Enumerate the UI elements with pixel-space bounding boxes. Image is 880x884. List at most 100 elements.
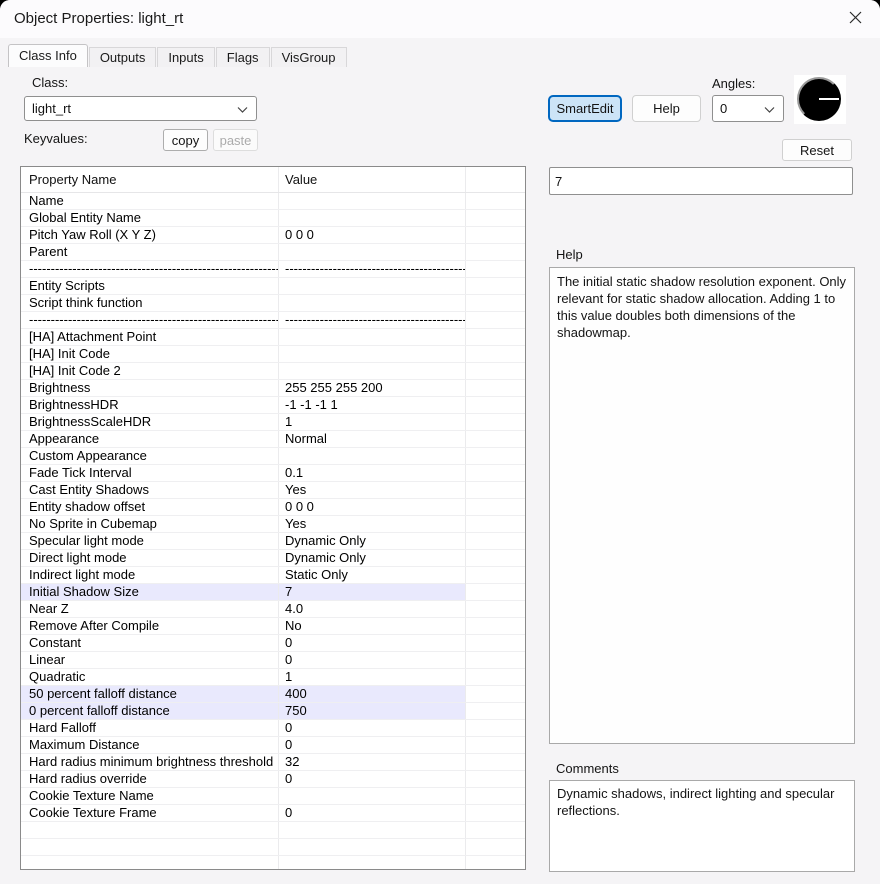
table-row[interactable]: Global Entity Name (21, 210, 525, 227)
table-row[interactable]: Quadratic1 (21, 669, 525, 686)
table-row[interactable]: 50 percent falloff distance400 (21, 686, 525, 703)
table-row[interactable]: Direct light modeDynamic Only (21, 550, 525, 567)
table-row[interactable]: Linear0 (21, 652, 525, 669)
keyvalues-label: Keyvalues: (24, 131, 88, 146)
extra-cell (466, 295, 525, 311)
property-name-cell: Pitch Yaw Roll (X Y Z) (21, 227, 279, 243)
property-name-cell: Initial Shadow Size (21, 584, 279, 600)
table-row[interactable]: [HA] Init Code 2 (21, 363, 525, 380)
property-value-cell: 0.1 (279, 465, 466, 481)
comments-textarea[interactable] (549, 780, 855, 872)
property-name-cell: Cookie Texture Name (21, 788, 279, 804)
angle-dial-circle (797, 77, 841, 121)
tab-outputs[interactable]: Outputs (89, 47, 157, 67)
table-row[interactable]: 0 percent falloff distance750 (21, 703, 525, 720)
property-value-cell: ----------------------------------------… (279, 261, 466, 277)
property-value-cell (279, 346, 466, 362)
table-row[interactable]: Fade Tick Interval0.1 (21, 465, 525, 482)
table-row[interactable]: BrightnessScaleHDR1 (21, 414, 525, 431)
object-properties-dialog: Object Properties: light_rt Class InfoOu… (0, 0, 880, 884)
property-value-cell (279, 822, 466, 838)
property-name-cell: [HA] Init Code (21, 346, 279, 362)
paste-button[interactable]: paste (213, 129, 258, 151)
property-value-cell (279, 278, 466, 294)
angles-dropdown[interactable]: 0 (712, 95, 784, 122)
property-value-cell: 0 (279, 652, 466, 668)
table-row[interactable]: Entity shadow offset0 0 0 (21, 499, 525, 516)
table-row[interactable]: Custom Appearance (21, 448, 525, 465)
property-value-cell: 0 0 0 (279, 227, 466, 243)
property-value-cell (279, 244, 466, 260)
table-row-empty[interactable] (21, 839, 525, 856)
extra-cell (466, 771, 525, 787)
smartedit-button[interactable]: SmartEdit (548, 95, 622, 122)
tab-class-info[interactable]: Class Info (8, 44, 88, 67)
table-row-separator[interactable]: ----------------------------------------… (21, 312, 525, 329)
property-value-cell: ----------------------------------------… (279, 312, 466, 328)
property-name-cell: Hard radius minimum brightness threshold (21, 754, 279, 770)
table-row-empty[interactable] (21, 856, 525, 870)
property-value-cell (279, 193, 466, 209)
close-button[interactable] (836, 3, 874, 35)
table-row[interactable]: Pitch Yaw Roll (X Y Z)0 0 0 (21, 227, 525, 244)
table-row[interactable]: Indirect light modeStatic Only (21, 567, 525, 584)
extra-cell (466, 652, 525, 668)
table-row[interactable]: Remove After CompileNo (21, 618, 525, 635)
table-row[interactable]: Cookie Texture Name (21, 788, 525, 805)
table-row[interactable]: Hard radius minimum brightness threshold… (21, 754, 525, 771)
extra-cell (466, 805, 525, 821)
table-row[interactable]: Name (21, 193, 525, 210)
table-row-separator[interactable]: ----------------------------------------… (21, 261, 525, 278)
property-name-cell: Name (21, 193, 279, 209)
table-row[interactable]: [HA] Init Code (21, 346, 525, 363)
table-row[interactable]: Script think function (21, 295, 525, 312)
property-table-body: NameGlobal Entity NamePitch Yaw Roll (X … (21, 193, 525, 870)
table-row[interactable]: Hard Falloff0 (21, 720, 525, 737)
property-name-cell: Hard radius override (21, 771, 279, 787)
property-name-cell: Entity shadow offset (21, 499, 279, 515)
tab-visgroup[interactable]: VisGroup (271, 47, 347, 67)
table-row[interactable]: Cookie Texture Frame0 (21, 805, 525, 822)
copy-button[interactable]: copy (163, 129, 208, 151)
angle-dial-icon[interactable] (794, 75, 846, 124)
table-row[interactable]: [HA] Attachment Point (21, 329, 525, 346)
table-row[interactable]: Initial Shadow Size7 (21, 584, 525, 601)
property-value-cell (279, 363, 466, 379)
table-row[interactable]: Cast Entity ShadowsYes (21, 482, 525, 499)
table-row[interactable]: Constant0 (21, 635, 525, 652)
help-section-label: Help (556, 247, 583, 262)
property-value-cell (279, 210, 466, 226)
table-row[interactable]: Hard radius override0 (21, 771, 525, 788)
property-name-cell: Global Entity Name (21, 210, 279, 226)
table-row[interactable]: BrightnessHDR-1 -1 -1 1 (21, 397, 525, 414)
property-name-cell (21, 856, 279, 870)
table-row[interactable]: Entity Scripts (21, 278, 525, 295)
help-button[interactable]: Help (632, 95, 701, 122)
class-dropdown[interactable]: light_rt (24, 96, 257, 121)
table-row[interactable]: Brightness255 255 255 200 (21, 380, 525, 397)
property-name-cell: Cookie Texture Frame (21, 805, 279, 821)
help-text-box: The initial static shadow resolution exp… (549, 267, 855, 744)
property-value-cell: 1 (279, 669, 466, 685)
table-row[interactable]: Near Z4.0 (21, 601, 525, 618)
extra-cell (466, 448, 525, 464)
property-name-cell: [HA] Init Code 2 (21, 363, 279, 379)
property-value-cell: 32 (279, 754, 466, 770)
table-row[interactable]: No Sprite in CubemapYes (21, 516, 525, 533)
property-table: Property Name Value NameGlobal Entity Na… (20, 166, 526, 870)
property-value-cell (279, 295, 466, 311)
extra-cell (466, 210, 525, 226)
property-value-cell: 1 (279, 414, 466, 430)
tab-inputs[interactable]: Inputs (157, 47, 214, 67)
property-name-cell: 50 percent falloff distance (21, 686, 279, 702)
table-row[interactable]: AppearanceNormal (21, 431, 525, 448)
reset-button[interactable]: Reset (782, 139, 852, 161)
table-row[interactable]: Parent (21, 244, 525, 261)
tab-flags[interactable]: Flags (216, 47, 270, 67)
extra-cell (466, 516, 525, 532)
table-row-empty[interactable] (21, 822, 525, 839)
table-row[interactable]: Specular light modeDynamic Only (21, 533, 525, 550)
property-name-cell: No Sprite in Cubemap (21, 516, 279, 532)
table-row[interactable]: Maximum Distance0 (21, 737, 525, 754)
value-editor-input[interactable] (549, 167, 853, 195)
